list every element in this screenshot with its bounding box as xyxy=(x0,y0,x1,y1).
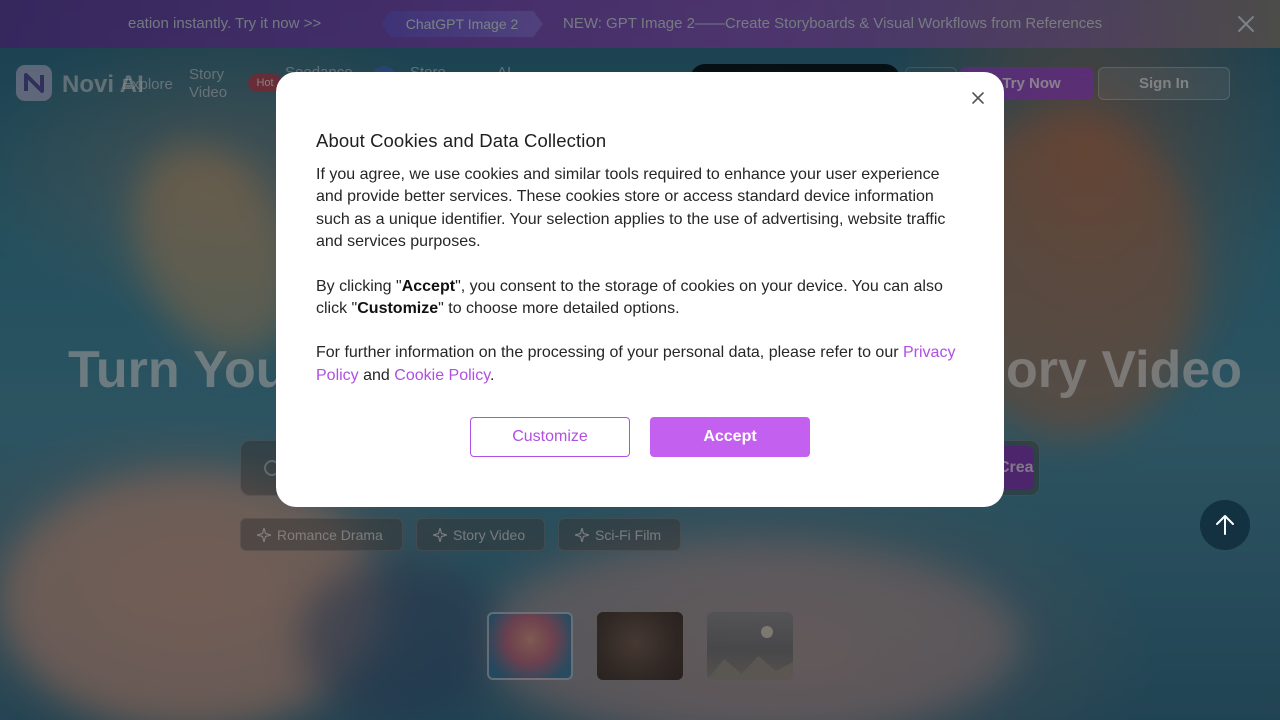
modal-paragraph-consent: By clicking "Accept", you consent to the… xyxy=(316,277,943,318)
scroll-to-top-button[interactable] xyxy=(1200,500,1250,550)
customize-button[interactable]: Customize xyxy=(470,417,630,457)
modal-title: About Cookies and Data Collection xyxy=(316,130,607,151)
modal-close-icon[interactable] xyxy=(968,88,988,108)
arrow-up-icon xyxy=(1216,515,1234,535)
cookie-policy-link[interactable]: Cookie Policy xyxy=(394,367,490,384)
cookie-consent-modal: About Cookies and Data Collection If you… xyxy=(276,72,1004,507)
accept-button[interactable]: Accept xyxy=(650,417,810,457)
modal-paragraph-policy: For further information on the processin… xyxy=(316,344,956,384)
modal-paragraph-intro: If you agree, we use cookies and similar… xyxy=(316,166,946,251)
